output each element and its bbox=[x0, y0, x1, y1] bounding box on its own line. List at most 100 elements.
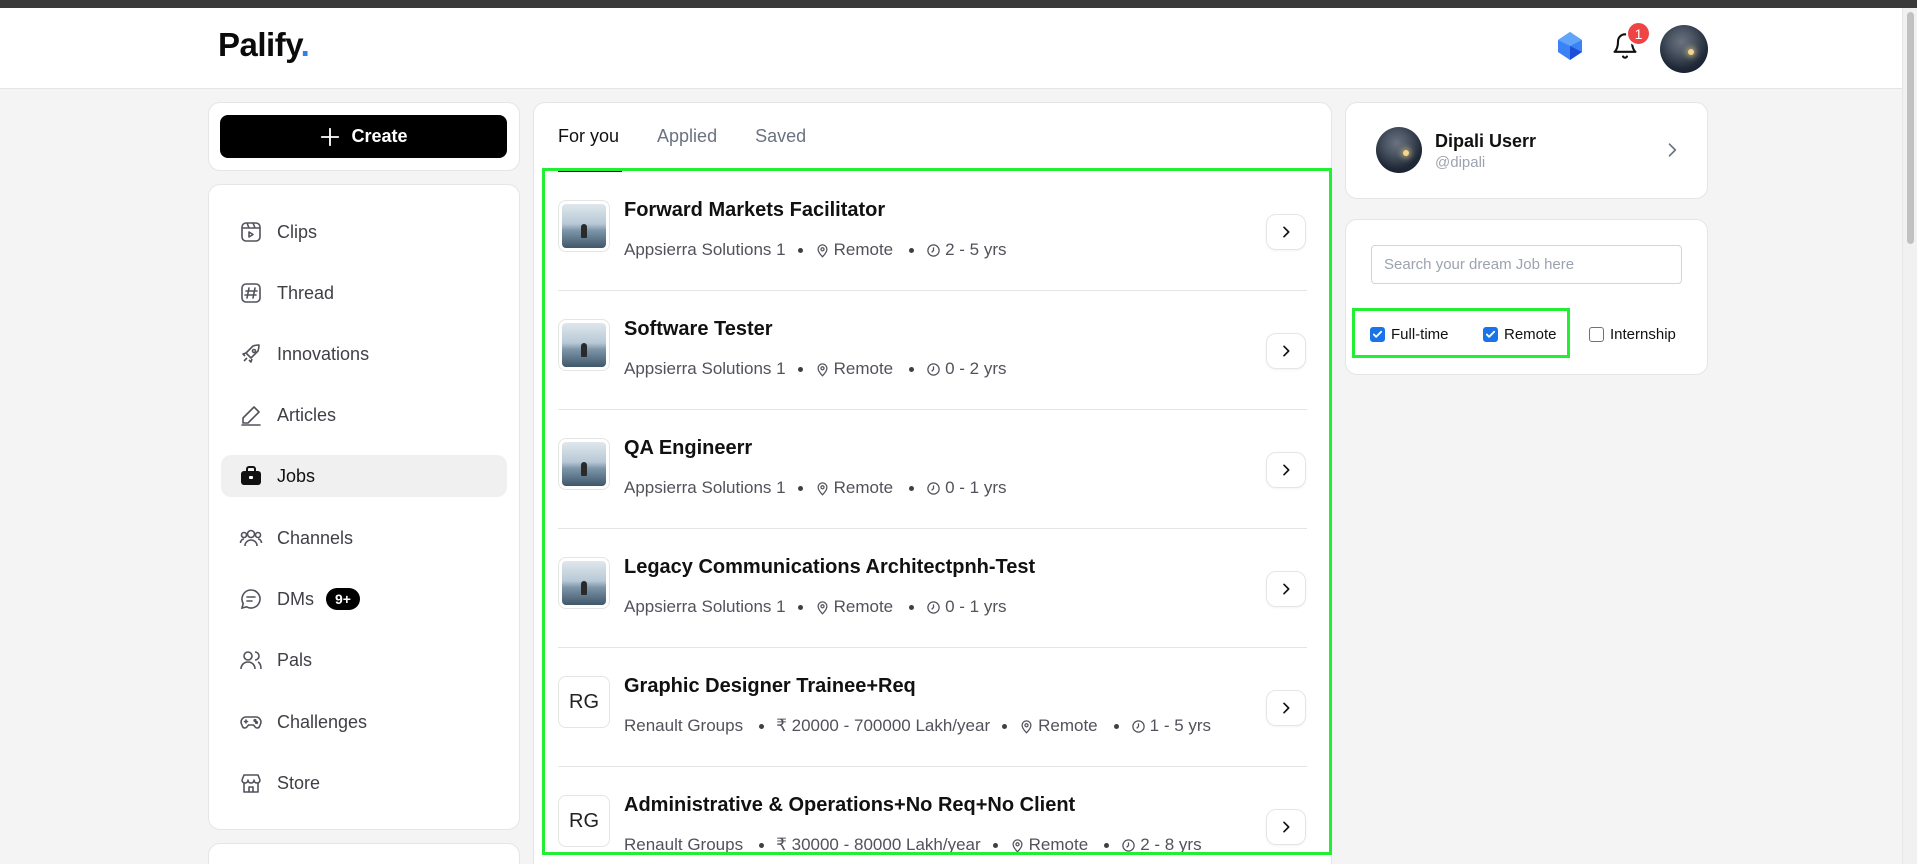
sidebar-item-channels[interactable]: Channels bbox=[221, 517, 507, 559]
filter-label: Full-time bbox=[1391, 326, 1449, 343]
job-title[interactable]: Legacy Communications Architectpnh-Test bbox=[624, 556, 1035, 579]
sidebar-item-challenges[interactable]: Challenges bbox=[221, 701, 507, 743]
clock-icon bbox=[1121, 838, 1136, 853]
chevron-right-icon[interactable] bbox=[1662, 140, 1682, 165]
chat-icon bbox=[240, 589, 261, 610]
job-card[interactable]: QA Engineerr Appsierra Solutions 1 Remot… bbox=[558, 410, 1307, 529]
sidebar-item-pals[interactable]: Pals bbox=[221, 639, 507, 681]
palify-logo[interactable]: Palify. bbox=[218, 26, 310, 64]
job-meta: Appsierra Solutions 1 Remote 2 - 5 yrs bbox=[624, 240, 1007, 260]
sidebar-item-label: Jobs bbox=[277, 465, 316, 486]
store-icon bbox=[241, 774, 261, 793]
gamepad-icon bbox=[240, 716, 262, 729]
rocket-icon bbox=[242, 344, 260, 363]
clock-icon bbox=[926, 243, 941, 258]
location-pin-icon bbox=[815, 481, 830, 496]
sidebar-item-label: Articles bbox=[277, 404, 337, 425]
company-logo: RG bbox=[558, 676, 610, 728]
scrollbar-thumb[interactable] bbox=[1907, 12, 1914, 244]
sidebar-item-label: Thread bbox=[277, 282, 335, 303]
chevron-right-icon bbox=[1283, 702, 1290, 714]
briefcase-icon bbox=[241, 466, 261, 485]
sidebar-item-jobs[interactable]: Jobs bbox=[221, 455, 507, 497]
job-experience: 2 - 5 yrs bbox=[945, 240, 1007, 259]
job-title[interactable]: Software Tester bbox=[624, 318, 773, 341]
hashtag-icon bbox=[241, 283, 261, 303]
open-job-button[interactable] bbox=[1266, 690, 1306, 726]
open-job-button[interactable] bbox=[1266, 333, 1306, 369]
job-experience: 0 - 1 yrs bbox=[945, 597, 1007, 616]
filter-internship-checkbox[interactable]: Internship bbox=[1589, 326, 1676, 343]
filter-full-time-checkbox[interactable]: Full-time bbox=[1370, 326, 1449, 343]
sidebar-item-dms[interactable]: DMs 9+ bbox=[221, 578, 507, 620]
profile-avatar bbox=[1376, 127, 1422, 173]
job-title[interactable]: Forward Markets Facilitator bbox=[624, 199, 885, 222]
sidebar-item-articles[interactable]: Articles bbox=[221, 394, 507, 436]
sidebar-item-thread[interactable]: Thread bbox=[221, 272, 507, 314]
sidebar-item-label: Innovations bbox=[277, 343, 370, 364]
job-meta: Renault Groups ₹ 20000 - 700000 Lakh/yea… bbox=[624, 716, 1211, 736]
open-job-button[interactable] bbox=[1266, 452, 1306, 488]
job-tabs: For you Applied Saved bbox=[558, 126, 806, 147]
job-location: Remote bbox=[1028, 835, 1089, 854]
company-logo bbox=[558, 319, 610, 371]
diamond-icon[interactable] bbox=[1546, 22, 1594, 70]
open-job-button[interactable] bbox=[1266, 809, 1306, 845]
tab-applied[interactable]: Applied bbox=[657, 126, 717, 147]
location-pin-icon bbox=[1019, 719, 1034, 734]
users-group-icon bbox=[239, 529, 263, 547]
job-title[interactable]: QA Engineerr bbox=[624, 437, 752, 460]
create-label: Create bbox=[351, 126, 408, 146]
job-card[interactable]: Forward Markets Facilitator Appsierra So… bbox=[558, 172, 1307, 291]
filter-label: Internship bbox=[1610, 326, 1676, 343]
checkbox-unchecked-icon bbox=[1589, 327, 1604, 342]
company-logo bbox=[558, 200, 610, 252]
job-title[interactable]: Graphic Designer Trainee+Req bbox=[624, 675, 916, 698]
filter-remote-checkbox[interactable]: Remote bbox=[1483, 326, 1557, 343]
sidebar-item-label: Channels bbox=[277, 527, 354, 548]
job-meta: Appsierra Solutions 1 Remote 0 - 1 yrs bbox=[624, 597, 1007, 617]
location-pin-icon bbox=[1010, 838, 1025, 853]
job-title[interactable]: Administrative & Operations+No Req+No Cl… bbox=[624, 794, 1075, 817]
job-location: Remote bbox=[833, 240, 894, 259]
plus-icon bbox=[321, 127, 340, 146]
company-name: Appsierra Solutions 1 bbox=[624, 359, 786, 378]
company-name: Renault Groups bbox=[624, 716, 744, 735]
company-name: Renault Groups bbox=[624, 835, 744, 854]
dm-count-badge: 9+ bbox=[326, 588, 360, 610]
job-card[interactable]: Software Tester Appsierra Solutions 1 Re… bbox=[558, 291, 1307, 410]
job-filter-card bbox=[1345, 219, 1708, 375]
sidebar-item-store[interactable]: Store bbox=[221, 762, 507, 804]
chevron-right-icon bbox=[1283, 226, 1290, 238]
checkbox-checked-icon bbox=[1483, 327, 1498, 342]
sidebar-item-label: DMs bbox=[277, 588, 314, 609]
job-search-input[interactable] bbox=[1371, 245, 1682, 284]
create-button[interactable]: Create bbox=[220, 115, 507, 158]
job-card[interactable]: RG Graphic Designer Trainee+Req Renault … bbox=[558, 648, 1307, 767]
sidebar-secondary-card bbox=[208, 843, 520, 864]
job-location: Remote bbox=[833, 478, 894, 497]
open-job-button[interactable] bbox=[1266, 214, 1306, 250]
location-pin-icon bbox=[815, 362, 830, 377]
clock-icon bbox=[926, 481, 941, 496]
tab-for-you[interactable]: For you bbox=[558, 126, 619, 147]
company-name: Appsierra Solutions 1 bbox=[624, 597, 786, 616]
notification-count-badge: 1 bbox=[1626, 21, 1651, 46]
chevron-right-icon bbox=[1283, 464, 1290, 476]
job-location: Remote bbox=[833, 597, 894, 616]
checkbox-checked-icon bbox=[1370, 327, 1385, 342]
company-logo bbox=[558, 438, 610, 490]
sidebar-item-innovations[interactable]: Innovations bbox=[221, 333, 507, 375]
sidebar-item-label: Pals bbox=[277, 649, 313, 670]
chevron-right-icon bbox=[1283, 345, 1290, 357]
job-card[interactable]: RG Administrative & Operations+No Req+No… bbox=[558, 767, 1307, 864]
header-avatar[interactable] bbox=[1660, 25, 1708, 73]
open-job-button[interactable] bbox=[1266, 571, 1306, 607]
job-card[interactable]: Legacy Communications Architectpnh-Test … bbox=[558, 529, 1307, 648]
job-salary: ₹ 30000 - 80000 Lakh/year bbox=[776, 835, 981, 854]
sidebar-item-label: Store bbox=[277, 772, 321, 793]
sidebar-item-clips[interactable]: Clips bbox=[221, 211, 507, 253]
page-scrollbar[interactable] bbox=[1902, 8, 1917, 864]
job-experience: 0 - 1 yrs bbox=[945, 478, 1007, 497]
tab-saved[interactable]: Saved bbox=[755, 126, 806, 147]
